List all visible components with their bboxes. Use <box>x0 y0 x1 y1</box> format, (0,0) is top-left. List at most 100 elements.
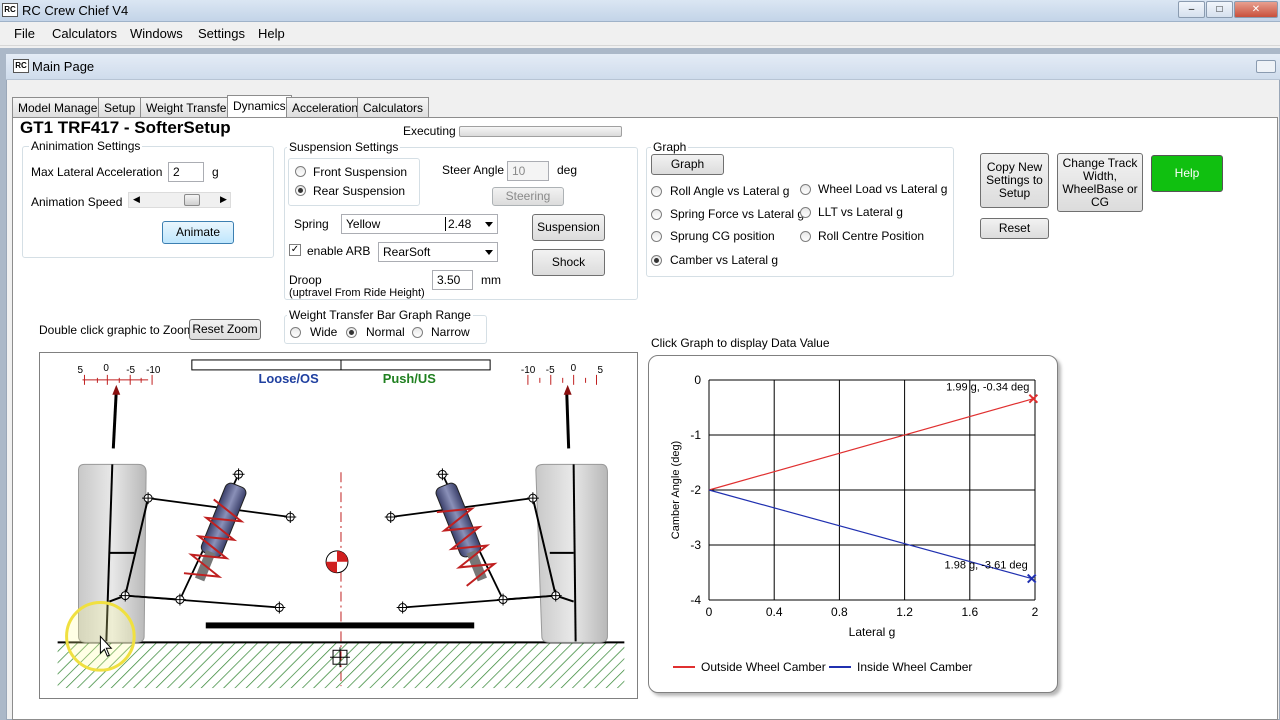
max-lateral-accel-unit: g <box>212 165 219 179</box>
spring-select[interactable]: Yellow 2.48 <box>341 214 498 234</box>
wheel-load-radio[interactable] <box>800 184 811 195</box>
max-lateral-accel-input[interactable]: 2 <box>168 162 204 182</box>
menu-settings[interactable]: Settings <box>198 26 245 41</box>
y-axis-label: Camber Angle (deg) <box>670 441 682 539</box>
spring-label: Spring <box>294 217 329 231</box>
y-tick-label: -4 <box>690 593 701 607</box>
chart-panel[interactable]: 0 0.4 0.8 1.2 1.6 2 0 -1 -2 -3 -4 Lateral g Camber A… <box>648 355 1058 693</box>
roll-centre-radio[interactable] <box>800 231 811 242</box>
roll-angle-radio[interactable] <box>651 186 662 197</box>
reset-button[interactable]: Reset <box>980 218 1049 239</box>
sprung-cg-radio[interactable] <box>651 231 662 242</box>
tab-dynamics[interactable]: Dynamics <box>227 95 292 118</box>
menu-bar: File Calculators Windows Settings Help <box>0 22 1280 46</box>
chart-hint: Click Graph to display Data Value <box>651 336 830 350</box>
droop-unit: mm <box>481 273 501 287</box>
wide-radio[interactable] <box>290 327 301 338</box>
suspension-graphic[interactable]: Loose/OS Push/US 5 0 -5 -10 -10 -5 0 5 <box>39 352 638 699</box>
right-gauge-tick-label: 0 <box>571 363 577 374</box>
narrow-radio[interactable] <box>412 327 423 338</box>
reset-zoom-button[interactable]: Reset Zoom <box>189 319 261 340</box>
window-titlebar: RC RC Crew Chief V4 – □ ✕ <box>0 0 1280 22</box>
tab-acceleration[interactable]: Acceleration <box>286 97 365 117</box>
steering-button[interactable]: Steering <box>492 187 564 206</box>
app-icon: RC <box>2 3 18 17</box>
normal-label: Normal <box>366 325 405 339</box>
animation-speed-thumb[interactable] <box>183 194 200 206</box>
suspension-button[interactable]: Suspension <box>532 214 605 241</box>
llt-label: LLT vs Lateral g <box>818 205 903 219</box>
spring-force-label: Spring Force vs Lateral g <box>670 207 805 221</box>
arb-select-value: RearSoft <box>383 245 431 259</box>
right-gauge-needle <box>565 390 571 449</box>
right-gauge-tick-label: -10 <box>521 365 536 376</box>
tab-calculators[interactable]: Calculators <box>357 97 430 117</box>
graph-button[interactable]: Graph <box>651 154 724 175</box>
droop-input[interactable]: 3.50 <box>432 270 473 290</box>
tab-weight-transfer[interactable]: Weight Transfer <box>140 97 237 117</box>
droop-label: Droop <box>289 273 322 287</box>
y-tick-label: -1 <box>690 428 701 442</box>
minimize-icon[interactable]: – <box>1178 1 1205 18</box>
child-title: Main Page <box>32 59 95 74</box>
copy-settings-button[interactable]: Copy New Settings to Setup <box>980 153 1049 208</box>
close-icon[interactable]: ✕ <box>1234 1 1278 18</box>
cg-marker-icon <box>325 550 349 574</box>
scroll-right-icon[interactable]: ▶ <box>220 194 227 205</box>
menu-calculators[interactable]: Calculators <box>52 26 117 41</box>
ground-hatch <box>57 642 625 689</box>
enable-arb-checkbox[interactable]: ✓ <box>289 244 301 256</box>
llt-radio[interactable] <box>800 207 811 218</box>
droop-sublabel: (uptravel From Ride Height) <box>289 287 425 299</box>
rear-suspension-radio[interactable] <box>295 185 306 196</box>
roll-angle-label: Roll Angle vs Lateral g <box>670 184 790 198</box>
right-gauge-tick-label: -5 <box>546 365 555 376</box>
help-button[interactable]: Help <box>1151 155 1223 192</box>
x-tick-label: 2 <box>1032 605 1039 619</box>
camber-label: Camber vs Lateral g <box>670 253 779 267</box>
front-suspension-label: Front Suspension <box>313 165 408 179</box>
y-tick-label: -2 <box>690 483 701 497</box>
camber-radio[interactable] <box>651 255 662 266</box>
narrow-label: Narrow <box>431 325 470 339</box>
x-tick-label: 1.2 <box>896 605 913 619</box>
front-suspension-radio[interactable] <box>295 166 306 177</box>
normal-radio[interactable] <box>346 327 357 338</box>
menu-help[interactable]: Help <box>258 26 285 41</box>
right-camber-gauge: -10 -5 0 5 <box>521 363 603 449</box>
chevron-down-icon <box>485 250 493 255</box>
menu-windows[interactable]: Windows <box>130 26 183 41</box>
menu-file[interactable]: File <box>14 26 35 41</box>
zoom-hint: Double click graphic to Zoom <box>39 323 194 337</box>
wheel-load-label: Wheel Load vs Lateral g <box>818 182 948 196</box>
arb-select[interactable]: RearSoft <box>378 242 498 262</box>
scroll-left-icon[interactable]: ◀ <box>133 194 140 205</box>
graph-group-label: Graph <box>651 140 689 154</box>
legend-label: Outside Wheel Camber <box>701 660 826 674</box>
model-title: GT1 TRF417 - SofterSetup <box>20 118 231 137</box>
legend-label: Inside Wheel Camber <box>857 660 972 674</box>
child-restore-icon[interactable] <box>1256 60 1276 73</box>
anti-roll-bar <box>205 622 475 629</box>
spring-force-radio[interactable] <box>651 209 662 220</box>
x-axis-label: Lateral g <box>849 625 896 639</box>
shock-button[interactable]: Shock <box>532 249 605 276</box>
left-gauge-tick-label: -10 <box>146 365 161 376</box>
spring-rate-value: 2.48 <box>445 217 471 231</box>
camber-chart[interactable]: 0 0.4 0.8 1.2 1.6 2 0 -1 -2 -3 -4 Lateral g Camber A… <box>649 356 1059 694</box>
push-us-label: Push/US <box>383 371 436 386</box>
x-tick-label: 0.4 <box>766 605 783 619</box>
maximize-icon[interactable]: □ <box>1206 1 1233 18</box>
animate-button[interactable]: Animate <box>162 221 234 244</box>
max-lateral-accel-label: Max Lateral Acceleration <box>31 165 163 179</box>
child-app-icon: RC <box>13 59 29 73</box>
steer-angle-label: Steer Angle <box>442 163 505 177</box>
loose-os-label: Loose/OS <box>258 371 319 386</box>
change-track-button[interactable]: Change Track Width, WheelBase or CG <box>1057 153 1143 212</box>
left-gauge-tick-label: 5 <box>78 365 84 376</box>
tab-model-manager[interactable]: Model Manager <box>12 97 108 117</box>
tab-setup[interactable]: Setup <box>98 97 142 117</box>
animation-speed-scrollbar[interactable]: ◀ ▶ <box>128 192 231 208</box>
steer-angle-input[interactable]: 10 <box>507 161 549 181</box>
right-gauge-tick-label: 5 <box>597 365 603 376</box>
